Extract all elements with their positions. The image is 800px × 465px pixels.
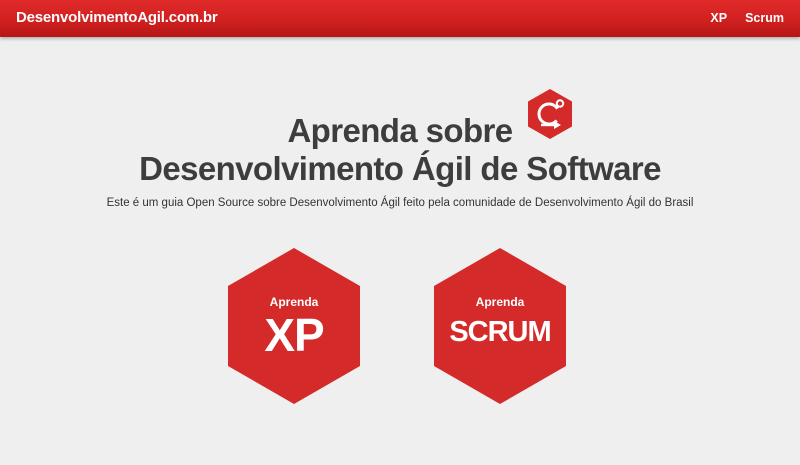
- nav-link-xp[interactable]: XP: [710, 11, 727, 25]
- brand-link[interactable]: DesenvolvimentoAgil.com.br: [16, 9, 218, 26]
- learn-xp-title: XP: [264, 309, 324, 361]
- learn-xp-label: Aprenda: [269, 295, 319, 309]
- page-subtitle: Este é um guia Open Source sobre Desenvo…: [106, 197, 694, 209]
- nav-links: XP Scrum: [710, 11, 784, 25]
- learn-scrum-label: Aprenda: [475, 295, 525, 309]
- page-title: Aprenda sobre Desenvolvimento Ágil de So…: [0, 112, 800, 188]
- navbar: DesenvolvimentoAgil.com.br XP Scrum: [0, 0, 800, 37]
- title-line-2: Desenvolvimento Ágil de Software: [139, 150, 661, 187]
- learn-xp-button[interactable]: Aprenda XP: [224, 246, 364, 406]
- nav-link-scrum[interactable]: Scrum: [745, 11, 784, 25]
- title-line-1: Aprenda sobre: [287, 112, 513, 149]
- learn-scrum-title: SCRUM: [449, 316, 551, 348]
- learn-scrum-button[interactable]: Aprenda SCRUM: [430, 246, 570, 406]
